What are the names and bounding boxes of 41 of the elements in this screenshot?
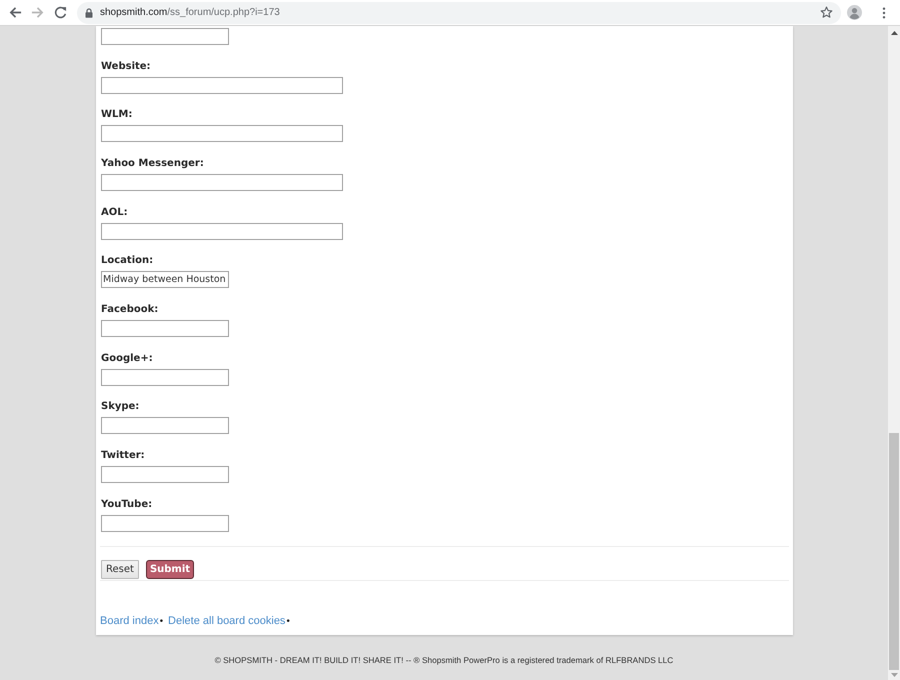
field-label: Yahoo Messenger: [101,156,204,171]
submit-button[interactable]: Submit [146,560,194,580]
text-field[interactable] [101,466,229,483]
text-field[interactable]: Midway between Houston [101,271,229,288]
bullet-separator: • [285,616,291,630]
lock-icon [85,8,93,18]
field-label: Website: [101,60,151,74]
avatar-icon[interactable] [847,5,862,20]
address-text: shopsmith.com/ss_forum/ucp.php?i=173 [100,7,281,18]
text-field[interactable] [101,368,229,386]
text-field[interactable] [101,174,343,191]
back-arrow-icon[interactable] [9,6,22,19]
address-bar[interactable]: shopsmith.com/ss_forum/ucp.php?i=173 [77,2,841,24]
text-field[interactable] [101,222,343,240]
field-label: Facebook: [101,302,158,317]
text-field[interactable] [101,76,343,94]
field-label: AOL: [101,206,128,220]
field-label: Location: [101,254,154,268]
menu-icon[interactable] [882,6,886,18]
forward-arrow-icon[interactable] [31,6,44,19]
scroll-up-arrow-icon[interactable] [890,31,898,35]
scroll-down-arrow-icon[interactable] [890,673,898,677]
text-field[interactable] [101,125,343,142]
star-icon[interactable] [820,6,833,19]
text-field[interactable] [101,514,229,532]
field-label: Google+: [101,352,153,366]
bullet-separator: • [158,616,164,630]
footer-link[interactable]: Delete all board cookies [168,614,286,628]
reload-icon[interactable] [54,6,67,19]
reset-button[interactable]: Reset [101,560,139,580]
text-field[interactable] [101,320,229,337]
copyright-text: © SHOPSMITH - DREAM IT! BUILD IT! SHARE IT! -- ® Shopsmith PowerPro is a registered trademark of RLFBRANDS LLC [214,655,674,665]
field-label: WLM: [101,108,132,122]
field-label: Twitter: [101,448,145,463]
text-field[interactable] [101,28,229,45]
footer-link[interactable]: Board index [100,614,159,628]
scrollbar-track[interactable] [888,26,900,680]
text-field[interactable] [101,417,229,434]
field-label: YouTube: [101,498,152,512]
scrollbar-thumb[interactable] [889,433,899,670]
field-label: Skype: [101,400,140,414]
